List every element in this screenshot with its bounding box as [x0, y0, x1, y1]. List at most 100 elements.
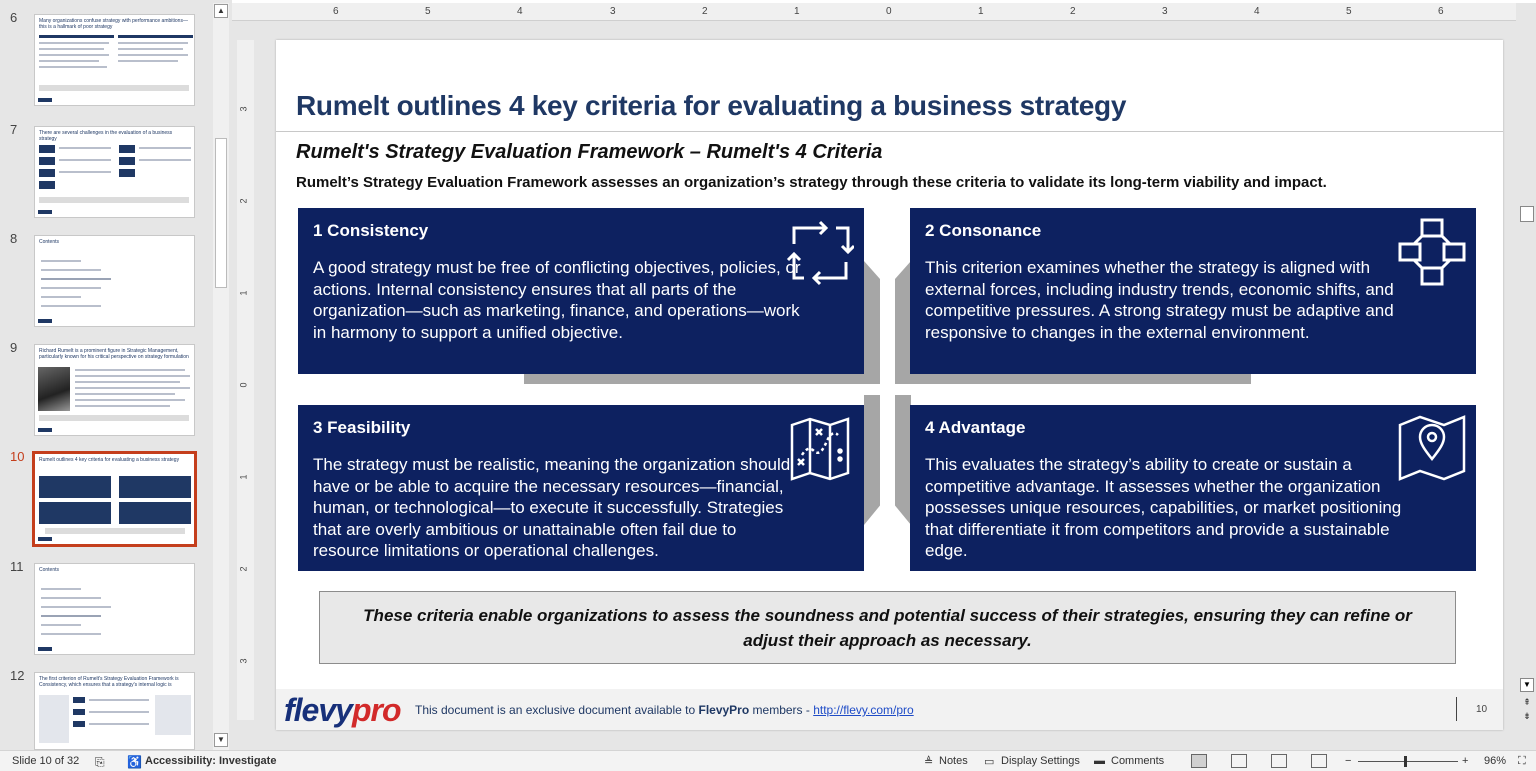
connector-bar-left: [524, 373, 880, 384]
connector-wedge: [864, 261, 880, 381]
cycle-arrows-icon: [786, 220, 854, 286]
connector-wedge: [895, 395, 911, 525]
thumbnail-preview[interactable]: Richard Rumelt is a prominent figure in …: [34, 344, 195, 436]
thumbnail-number: 9: [10, 340, 18, 355]
thumbnail-title: The first criterion of Rumelt's Strategy…: [39, 676, 179, 687]
ruler-number: 3: [238, 658, 249, 664]
slide-intro-text[interactable]: Rumelt’s Strategy Evaluation Framework a…: [296, 174, 1327, 191]
reading-view-icon[interactable]: [1271, 754, 1287, 768]
criterion-card-feasibility[interactable]: 3 Feasibility The strategy must be reali…: [298, 405, 864, 571]
accessibility-icon[interactable]: ♿: [127, 755, 142, 769]
display-settings-icon[interactable]: ▭: [984, 755, 994, 768]
ruler-number: 6: [333, 6, 339, 17]
comments-icon[interactable]: ▬: [1094, 755, 1105, 767]
thumbnail-title: Contents: [39, 567, 60, 573]
thumbnail-title: Rumelt outlines 4 key criteria for evalu…: [39, 457, 180, 463]
zoom-slider-thumb[interactable]: [1404, 756, 1407, 767]
thumbnail-preview[interactable]: The first criterion of Rumelt's Strategy…: [34, 672, 195, 750]
flevypro-logo: flevypro: [284, 692, 401, 728]
criterion-card-advantage[interactable]: 4 Advantage This evaluates the strategy’…: [910, 405, 1476, 571]
slide-title[interactable]: Rumelt outlines 4 key criteria for evalu…: [296, 90, 1126, 122]
card-title: 3 Feasibility: [313, 418, 411, 437]
summary-callout[interactable]: These criteria enable organizations to a…: [319, 591, 1456, 664]
thumbnail-preview-selected[interactable]: Rumelt outlines 4 key criteria for evalu…: [32, 451, 197, 547]
slide-indicator[interactable]: Slide 10 of 32: [12, 755, 79, 767]
thumbnail-title: Many organizations confuse strategy with…: [39, 18, 188, 29]
vertical-ruler: 3 2 1 0 1 2 3: [237, 40, 254, 720]
ruler-number: 6: [1438, 6, 1444, 17]
ruler-number: 5: [1346, 6, 1352, 17]
card-title: 2 Consonance: [925, 221, 1042, 240]
zoom-in-icon[interactable]: +: [1462, 755, 1468, 767]
scroll-thumb[interactable]: [215, 138, 227, 288]
slide-thumbnails-pane: 6 Many organizations confuse strategy wi…: [0, 0, 232, 750]
ruler-number: 1: [978, 6, 984, 17]
thumbnail-number: 11: [10, 559, 24, 574]
slide-sorter-view-icon[interactable]: [1231, 754, 1247, 768]
ruler-number: 4: [517, 6, 523, 17]
comments-button[interactable]: Comments: [1111, 755, 1164, 767]
connector-wedge: [895, 261, 911, 381]
scroll-thumb[interactable]: [1520, 206, 1534, 222]
thumbnail-preview[interactable]: There are several challenges in the eval…: [34, 126, 195, 218]
criterion-card-consistency[interactable]: 1 Consistency A good strategy must be fr…: [298, 208, 864, 374]
ruler-number: 3: [238, 106, 249, 112]
accessibility-status[interactable]: Accessibility: Investigate: [145, 755, 276, 767]
thumbnail-number: 10: [10, 449, 25, 464]
ruler-number: 4: [1254, 6, 1260, 17]
ruler-number: 0: [886, 6, 892, 17]
network-blocks-icon: [1398, 218, 1466, 286]
ruler-number: 1: [238, 474, 249, 480]
normal-view-icon[interactable]: [1191, 754, 1207, 768]
ruler-number: 2: [1070, 6, 1076, 17]
powerpoint-window: 6 Many organizations confuse strategy wi…: [0, 0, 1536, 771]
thumbnails-scrollbar[interactable]: ▲ ▼: [213, 3, 229, 750]
title-divider: [276, 131, 1503, 132]
thumbnail-number: 6: [10, 10, 18, 25]
card-body: This evaluates the strategy’s ability to…: [925, 455, 1402, 560]
card-title: 4 Advantage: [925, 418, 1026, 437]
next-slide-icon[interactable]: ⇟: [1520, 711, 1534, 723]
map-pin-icon: [1398, 415, 1466, 481]
slide-subtitle[interactable]: Rumelt's Strategy Evaluation Framework –…: [296, 141, 882, 164]
treasure-map-icon: [790, 417, 850, 481]
thumbnail-preview[interactable]: Many organizations confuse strategy with…: [34, 14, 195, 106]
fit-to-window-icon[interactable]: ⛶: [1518, 755, 1526, 768]
thumbnail-preview[interactable]: Contents: [34, 235, 195, 327]
card-body: This criterion examines whether the stra…: [925, 258, 1394, 342]
thumbnail-preview[interactable]: Contents: [34, 563, 195, 655]
zoom-slider[interactable]: [1358, 761, 1458, 762]
ruler-number: 3: [1162, 6, 1168, 17]
editor-scrollbar[interactable]: ▼ ⇞ ⇟: [1518, 3, 1536, 750]
card-title: 1 Consistency: [313, 221, 429, 240]
ruler-number: 2: [702, 6, 708, 17]
criterion-card-consonance[interactable]: 2 Consonance This criterion examines whe…: [910, 208, 1476, 374]
footer-link[interactable]: http://flevy.com/pro: [813, 703, 913, 717]
display-settings-button[interactable]: Display Settings: [1001, 755, 1080, 767]
scroll-down-arrow-icon[interactable]: ▼: [214, 733, 228, 747]
thumbnail-number: 8: [10, 231, 18, 246]
notes-icon[interactable]: ≜: [924, 755, 933, 768]
card-body: A good strategy must be free of conflict…: [313, 258, 801, 342]
slide-canvas[interactable]: Rumelt outlines 4 key criteria for evalu…: [276, 40, 1503, 730]
scroll-down-arrow-icon[interactable]: ▼: [1520, 678, 1534, 692]
thumbnail-title: Richard Rumelt is a prominent figure in …: [39, 348, 189, 359]
ruler-number: 2: [238, 198, 249, 204]
card-body: The strategy must be realistic, meaning …: [313, 455, 791, 560]
footer-divider: [1456, 697, 1457, 721]
scroll-up-arrow-icon[interactable]: ▲: [214, 4, 228, 18]
thumbnail-number: 7: [10, 122, 18, 137]
ruler-number: 1: [238, 290, 249, 296]
horizontal-ruler: 6 5 4 3 2 1 0 1 2 3 4 5 6: [232, 3, 1516, 21]
slide-show-view-icon[interactable]: [1311, 754, 1327, 768]
notes-button[interactable]: Notes: [939, 755, 968, 767]
previous-slide-icon[interactable]: ⇞: [1520, 697, 1534, 709]
thumbnail-title: There are several challenges in the eval…: [39, 130, 173, 141]
connector-bar-right: [895, 373, 1251, 384]
spelling-check-icon[interactable]: ⎘: [95, 755, 105, 770]
status-bar: Slide 10 of 32 ⎘ ♿ Accessibility: Invest…: [0, 750, 1536, 771]
ruler-number: 0: [238, 382, 249, 388]
ruler-number: 1: [794, 6, 800, 17]
zoom-out-icon[interactable]: −: [1345, 755, 1351, 767]
zoom-level[interactable]: 96%: [1484, 755, 1506, 767]
